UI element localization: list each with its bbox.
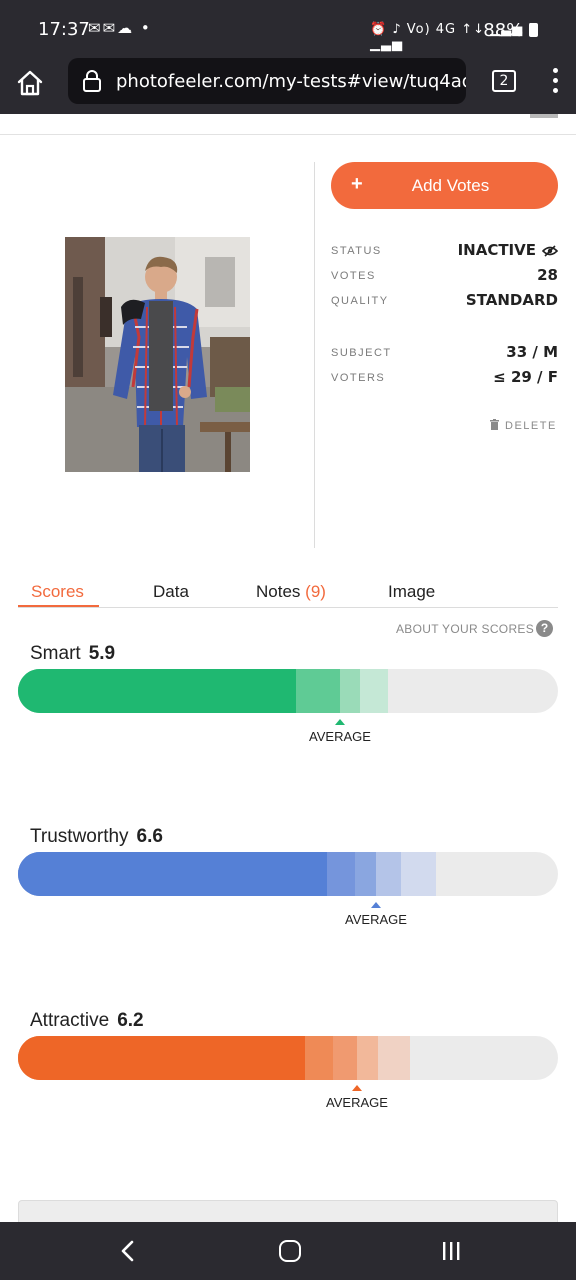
url-bar[interactable]: photofeeler.com/my-tests#view/tuq4adwss: [68, 58, 466, 104]
status-time: 17:37: [38, 19, 90, 40]
url-text[interactable]: photofeeler.com/my-tests#view/tuq4adwss: [116, 71, 466, 92]
system-icons: ⏰ ♪ Vo) 4G ↑↓ ▁▃▅ R ▁▃▅: [370, 22, 539, 52]
attractive-score-fill: [18, 1036, 305, 1080]
battery-level: 88%: [483, 20, 538, 41]
triangle-up-icon: [352, 1085, 362, 1091]
notification-icons: ✉✉☁ •: [88, 19, 152, 37]
home-icon[interactable]: [14, 67, 46, 99]
trustworthy-label: Trustworthy: [30, 826, 129, 847]
status-bar: 17:37 ✉✉☁ • ⏰ ♪ Vo) 4G ↑↓ ▁▃▅ R ▁▃▅ 88%: [0, 0, 576, 56]
status-label: STATUS: [331, 245, 382, 257]
delete-button[interactable]: DELETE: [490, 419, 557, 432]
tab-scores[interactable]: Scores: [31, 582, 84, 602]
smart-score-fill: [18, 669, 296, 713]
trash-icon: [490, 419, 499, 430]
trustworthy-value: 6.6: [136, 826, 163, 847]
tab-image[interactable]: Image: [388, 582, 435, 602]
overflow-menu-icon[interactable]: [548, 68, 562, 96]
test-photo[interactable]: [65, 237, 250, 472]
triangle-up-icon: [335, 719, 345, 725]
about-scores-link[interactable]: ABOUT YOUR SCORES: [396, 622, 534, 636]
add-votes-button[interactable]: + Add Votes: [331, 162, 558, 209]
help-icon[interactable]: ?: [536, 620, 553, 637]
status-value: INACTIVE: [458, 241, 558, 259]
smart-average-marker: AVERAGE: [300, 719, 380, 744]
attractive-score-bar: [18, 1036, 558, 1080]
subject-label: SUBJECT: [331, 347, 392, 359]
voters-value: ≤ 29 / F: [493, 368, 558, 386]
info-subject-row: SUBJECT 33 / M: [331, 343, 558, 363]
smart-label: Smart: [30, 643, 81, 664]
smart-score-bar: [18, 669, 558, 713]
photo-illustration: [65, 237, 250, 472]
quality-label: QUALITY: [331, 295, 389, 307]
smart-score-title: Smart 5.9: [30, 643, 115, 665]
votes-label: VOTES: [331, 270, 376, 282]
battery-icon: [529, 23, 538, 37]
tab-notes[interactable]: Notes (9): [256, 582, 326, 602]
browser-toolbar: photofeeler.com/my-tests#view/tuq4adwss …: [0, 56, 576, 114]
trustworthy-score-title: Trustworthy 6.6: [30, 826, 163, 848]
tab-data[interactable]: Data: [153, 582, 189, 602]
quality-value: STANDARD: [465, 291, 558, 309]
info-votes-row: VOTES 28: [331, 266, 558, 286]
back-icon[interactable]: [118, 1240, 138, 1262]
trustworthy-score-bar: [18, 852, 558, 896]
subject-value: 33 / M: [506, 343, 558, 361]
notes-count-badge: (9): [305, 582, 326, 601]
system-navigation-bar: [0, 1222, 576, 1280]
lock-icon: [83, 70, 101, 92]
info-quality-row: QUALITY STANDARD: [331, 291, 558, 311]
attractive-label: Attractive: [30, 1010, 110, 1031]
tab-bar: Scores Data Notes (9) Image: [18, 578, 558, 608]
recents-icon[interactable]: [441, 1242, 461, 1260]
header-divider: [0, 134, 576, 135]
info-voters-row: VOTERS ≤ 29 / F: [331, 368, 558, 388]
trustworthy-average-marker: AVERAGE: [336, 902, 416, 927]
vertical-divider: [314, 162, 315, 548]
eye-slash-icon[interactable]: [542, 244, 558, 257]
attractive-average-marker: AVERAGE: [317, 1085, 397, 1110]
attractive-score-title: Attractive 6.2: [30, 1010, 144, 1032]
trustworthy-score-fill: [18, 852, 327, 896]
tab-switcher-button[interactable]: 2: [492, 70, 516, 92]
triangle-up-icon: [371, 902, 381, 908]
home-nav-icon[interactable]: [279, 1240, 301, 1262]
info-status-row: STATUS INACTIVE: [331, 241, 558, 261]
votes-value: 28: [537, 266, 558, 284]
collapsed-menu-handle: [530, 114, 558, 118]
smart-value: 5.9: [88, 643, 116, 664]
voters-label: VOTERS: [331, 372, 386, 384]
add-votes-label: Add Votes: [411, 176, 490, 195]
attractive-value: 6.2: [117, 1010, 144, 1031]
active-tab-indicator: [18, 605, 99, 607]
